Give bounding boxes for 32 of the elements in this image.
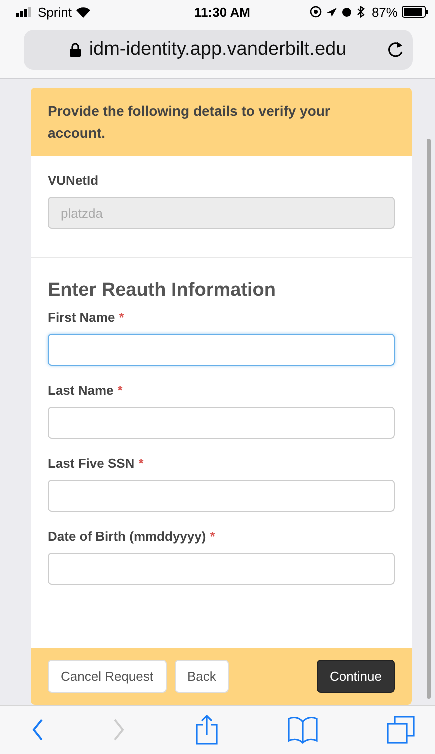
address-bar[interactable]: idm-identity.app.vanderbilt.edu [24, 30, 413, 70]
battery-percent: 87% [372, 4, 398, 20]
required-asterisk: * [119, 310, 124, 325]
required-asterisk: * [210, 529, 216, 544]
continue-button[interactable]: Continue [316, 660, 395, 693]
secondary-button[interactable]: Back [174, 660, 230, 693]
text-field[interactable] [48, 480, 395, 512]
share-icon[interactable] [194, 715, 218, 745]
text-field[interactable] [48, 407, 395, 439]
text-field[interactable] [48, 334, 395, 366]
required-asterisk: * [118, 383, 123, 398]
book-icon[interactable] [288, 716, 318, 744]
required-asterisk: * [138, 456, 144, 471]
battery-icon [402, 6, 429, 18]
field-label: Last Five SSN [48, 456, 135, 471]
wifi-icon [76, 6, 91, 18]
tabs-icon[interactable] [387, 716, 415, 744]
signal-icon [16, 7, 34, 17]
field-label: Date of Birth (mmddyyyy) [48, 529, 206, 544]
lock-icon [70, 43, 82, 57]
field-label: VUNetId [48, 173, 100, 188]
notice-text: Provide the following details to verify your account. [48, 103, 330, 141]
url-text: idm-identity.app.vanderbilt.edu [89, 39, 347, 61]
field-label: First Name [48, 310, 116, 325]
field-label: Last Name [48, 383, 114, 398]
reload-icon[interactable] [387, 41, 405, 59]
secondary-button[interactable]: Cancel Request [48, 660, 166, 693]
section-heading: Enter Reauth Information [48, 280, 278, 302]
carrier-name: Sprint [38, 4, 72, 20]
clock-time: 11:30 AM [194, 4, 250, 20]
back-icon[interactable] [32, 719, 44, 741]
text-field[interactable] [48, 553, 395, 585]
